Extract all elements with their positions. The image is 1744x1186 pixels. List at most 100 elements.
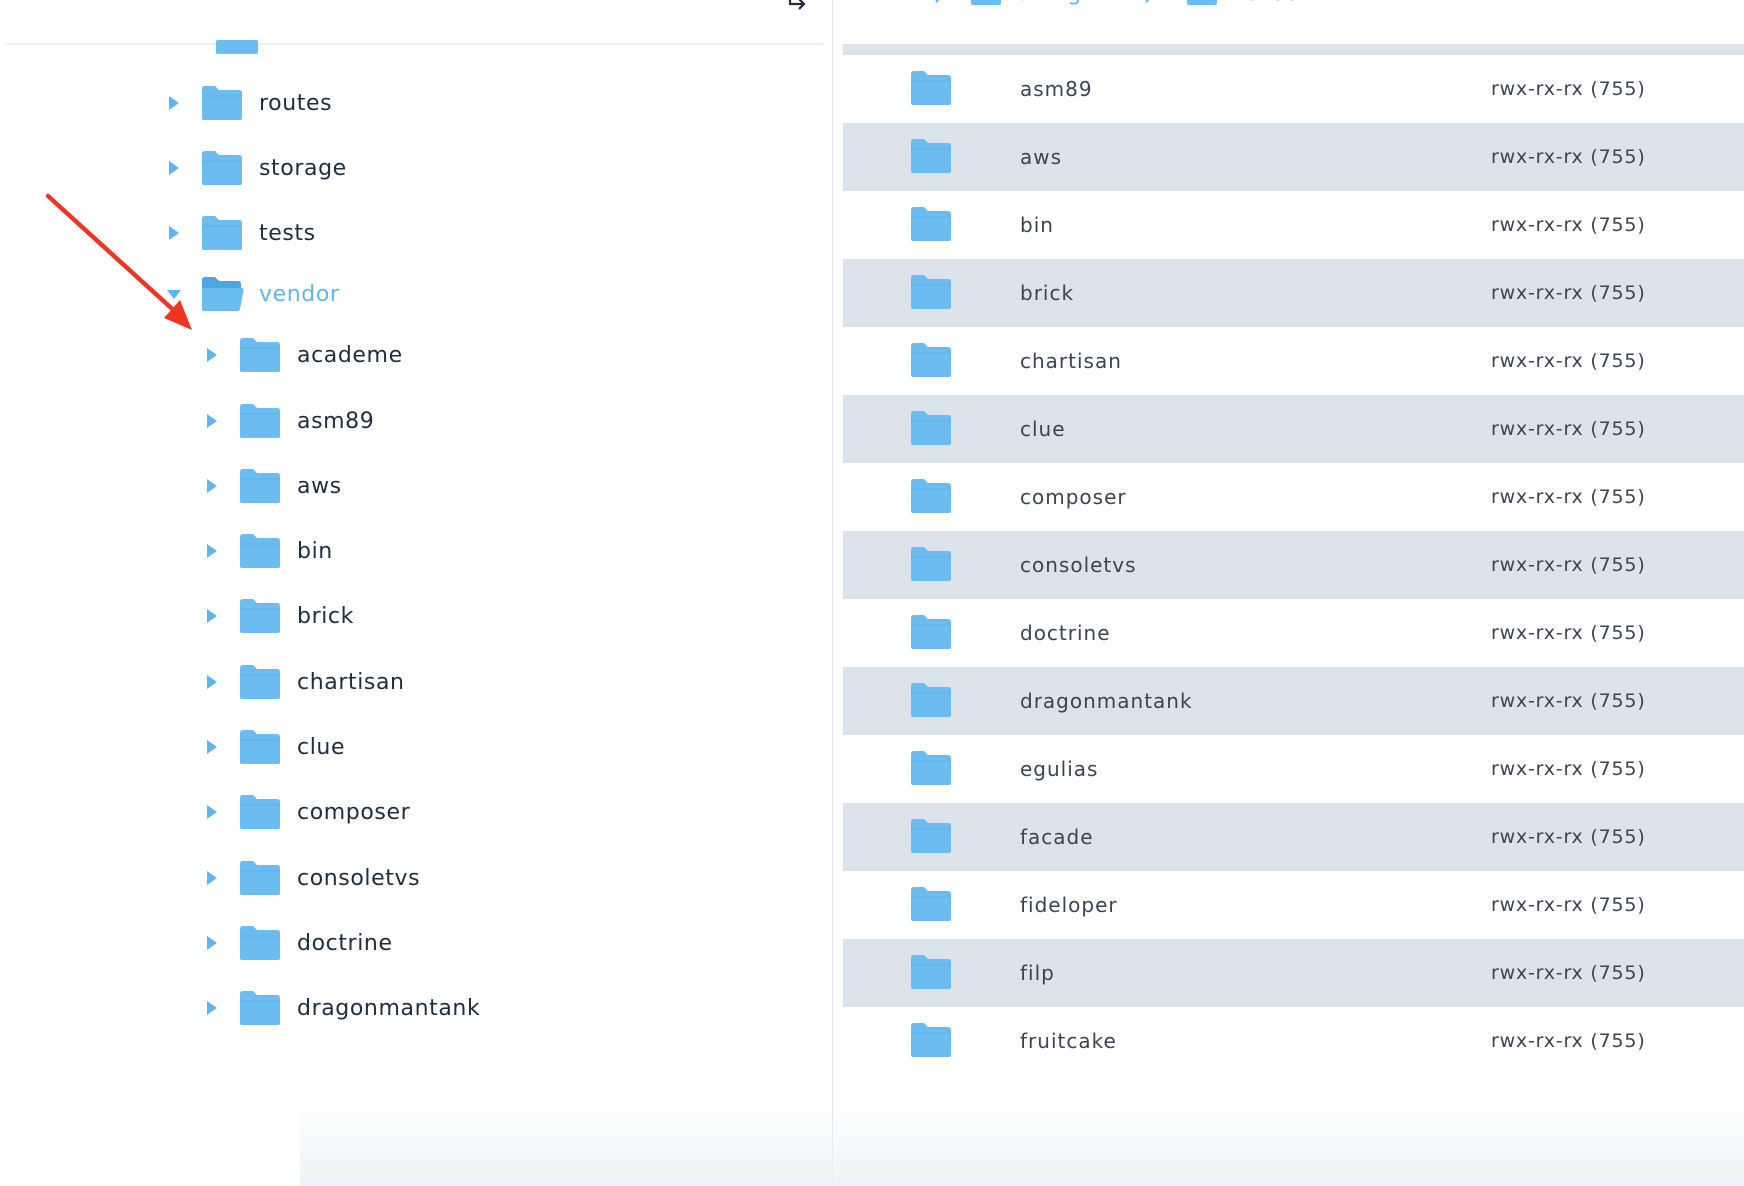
- folder-icon: [240, 599, 280, 633]
- breadcrumb-ellipsis[interactable]: ...: [893, 0, 914, 5]
- file-row[interactable]: egulias rwx-rx-rx (755): [843, 735, 1744, 803]
- file-name: aws: [1020, 145, 1063, 169]
- file-row[interactable]: composer rwx-rx-rx (755): [843, 463, 1744, 531]
- file-name: fruitcake: [1020, 1029, 1117, 1053]
- tree-item-consoletvs[interactable]: consoletvs: [204, 855, 420, 901]
- triangle-right-icon[interactable]: [204, 1000, 220, 1016]
- breadcrumb-label: billing: [1015, 0, 1081, 6]
- file-row[interactable]: doctrine rwx-rx-rx (755): [843, 599, 1744, 667]
- chevron-right-icon: [1145, 0, 1150, 3]
- tree-item-academe[interactable]: academe: [204, 332, 403, 378]
- file-permissions: rwx-rx-rx (755): [1491, 826, 1646, 848]
- folder-icon: [240, 926, 280, 960]
- folder-icon: [202, 86, 242, 120]
- tree-item-label: clue: [297, 734, 346, 760]
- file-permissions: rwx-rx-rx (755): [1491, 418, 1646, 440]
- file-permissions: rwx-rx-rx (755): [1491, 894, 1646, 916]
- tree-item-tests[interactable]: tests: [166, 210, 316, 256]
- file-name: composer: [1020, 485, 1127, 509]
- file-row[interactable]: consoletvs rwx-rx-rx (755): [843, 531, 1744, 599]
- triangle-right-icon[interactable]: [166, 95, 182, 111]
- tree-item-bin[interactable]: bin: [204, 528, 333, 574]
- tree-item-label: storage: [259, 155, 347, 181]
- tree-item-chartisan[interactable]: chartisan: [204, 659, 405, 705]
- triangle-right-icon[interactable]: [204, 674, 220, 690]
- file-permissions: rwx-rx-rx (755): [1491, 554, 1646, 576]
- tree-item-label: routes: [259, 90, 333, 116]
- tree-item-vendor[interactable]: vendor: [166, 271, 340, 317]
- list-header-strip: [843, 44, 1744, 55]
- triangle-right-icon[interactable]: [204, 347, 220, 363]
- folder-icon: [911, 615, 951, 649]
- folder-icon: [911, 751, 951, 785]
- triangle-right-icon[interactable]: [204, 870, 220, 886]
- file-row[interactable]: filp rwx-rx-rx (755): [843, 939, 1744, 1007]
- file-row[interactable]: facade rwx-rx-rx (755): [843, 803, 1744, 871]
- tree-item-dragonmantank[interactable]: dragonmantank: [204, 985, 480, 1031]
- file-name: fideloper: [1020, 893, 1118, 917]
- file-row[interactable]: brick rwx-rx-rx (755): [843, 259, 1744, 327]
- triangle-down-icon[interactable]: [166, 286, 182, 302]
- tree-item-label: aws: [297, 473, 342, 499]
- collapse-arrow-icon[interactable]: [784, 0, 812, 16]
- folder-tree-panel: routes storage tests vendor academe asm89 aws b…: [0, 0, 832, 1186]
- tree-header-divider: [5, 43, 823, 45]
- tree-item-doctrine[interactable]: doctrine: [204, 920, 393, 966]
- triangle-right-icon[interactable]: [204, 935, 220, 951]
- tree-item-storage[interactable]: storage: [166, 145, 347, 191]
- file-row[interactable]: bin rwx-rx-rx (755): [843, 191, 1744, 259]
- folder-icon: [1187, 0, 1217, 5]
- triangle-right-icon[interactable]: [204, 413, 220, 429]
- triangle-right-icon[interactable]: [204, 739, 220, 755]
- breadcrumb: ... billing vendor: [833, 0, 1744, 8]
- tree-item-label: academe: [297, 342, 403, 368]
- file-name: filp: [1020, 961, 1055, 985]
- tree-item-asm89[interactable]: asm89: [204, 398, 374, 444]
- folder-icon: [911, 71, 951, 105]
- folder-icon: [911, 819, 951, 853]
- file-permissions: rwx-rx-rx (755): [1491, 350, 1646, 372]
- tree-item-label: doctrine: [297, 930, 393, 956]
- tree-item-aws[interactable]: aws: [204, 463, 342, 509]
- triangle-right-icon[interactable]: [166, 225, 182, 241]
- file-row[interactable]: fruitcake rwx-rx-rx (755): [843, 1007, 1744, 1075]
- file-row[interactable]: fideloper rwx-rx-rx (755): [843, 871, 1744, 939]
- triangle-right-icon[interactable]: [204, 543, 220, 559]
- file-name: facade: [1020, 825, 1094, 849]
- tree-item-label: vendor: [259, 281, 340, 307]
- file-row[interactable]: clue rwx-rx-rx (755): [843, 395, 1744, 463]
- triangle-right-icon[interactable]: [204, 608, 220, 624]
- file-row[interactable]: aws rwx-rx-rx (755): [843, 123, 1744, 191]
- triangle-right-icon[interactable]: [166, 160, 182, 176]
- folder-icon: [911, 411, 951, 445]
- file-permissions: rwx-rx-rx (755): [1491, 690, 1646, 712]
- folder-icon: [240, 469, 280, 503]
- folder-icon: [240, 991, 280, 1025]
- file-permissions: rwx-rx-rx (755): [1491, 622, 1646, 644]
- breadcrumb-item-billing[interactable]: billing: [969, 0, 1081, 6]
- tree-item-clue[interactable]: clue: [204, 724, 345, 770]
- tree-item-label: tests: [259, 220, 316, 246]
- file-name: clue: [1020, 417, 1066, 441]
- triangle-right-icon[interactable]: [204, 478, 220, 494]
- tree-item-label: bin: [297, 538, 333, 564]
- tree-item-routes[interactable]: routes: [166, 80, 332, 126]
- triangle-right-icon[interactable]: [204, 804, 220, 820]
- tree-item-brick[interactable]: brick: [204, 593, 354, 639]
- breadcrumb-item-vendor[interactable]: vendor: [1185, 0, 1308, 6]
- folder-icon: [911, 207, 951, 241]
- folder-icon: [911, 479, 951, 513]
- folder-icon: [911, 547, 951, 581]
- file-row[interactable]: dragonmantank rwx-rx-rx (755): [843, 667, 1744, 735]
- file-list-panel: ... billing vendor asm89rwx-rx-rx (755)a…: [833, 0, 1744, 1186]
- file-row[interactable]: chartisan rwx-rx-rx (755): [843, 327, 1744, 395]
- folder-icon: [240, 404, 280, 438]
- file-row[interactable]: asm89 rwx-rx-rx (755): [843, 55, 1744, 123]
- file-permissions: rwx-rx-rx (755): [1491, 282, 1646, 304]
- tree-item-label: consoletvs: [297, 865, 421, 891]
- folder-icon: [240, 534, 280, 568]
- file-permissions: rwx-rx-rx (755): [1491, 214, 1646, 236]
- folder-icon: [911, 683, 951, 717]
- tree-item-composer[interactable]: composer: [204, 789, 410, 835]
- file-name: dragonmantank: [1020, 689, 1193, 713]
